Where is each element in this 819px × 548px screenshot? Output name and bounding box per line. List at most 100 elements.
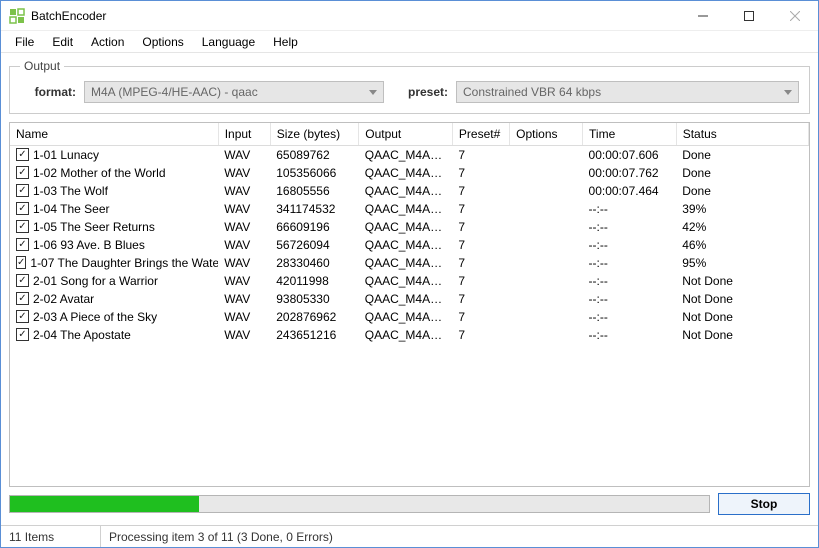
cell-time: --:-- (583, 272, 677, 290)
titlebar: BatchEncoder (1, 1, 818, 31)
maximize-button[interactable] (726, 1, 772, 31)
column-header[interactable]: Options (510, 123, 583, 146)
status-items: 11 Items (1, 526, 101, 547)
cell-status: 46% (676, 236, 808, 254)
cell-options (510, 326, 583, 344)
output-legend: Output (20, 59, 64, 73)
progress-bar-fill (10, 496, 199, 512)
cell-output: QAAC_M4A_HE (359, 290, 453, 308)
column-header[interactable]: Output (359, 123, 453, 146)
column-header[interactable]: Input (218, 123, 270, 146)
cell-input: WAV (218, 218, 270, 236)
row-name: 2-04 The Apostate (33, 328, 131, 342)
column-header[interactable]: Size (bytes) (270, 123, 358, 146)
row-checkbox[interactable] (16, 274, 29, 287)
table-row[interactable]: 2-04 The ApostateWAV243651216QAAC_M4A_HE… (10, 326, 809, 344)
row-checkbox[interactable] (16, 166, 29, 179)
row-checkbox[interactable] (16, 328, 29, 341)
cell-size: 341174532 (270, 200, 358, 218)
cell-preset: 7 (452, 272, 509, 290)
cell-size: 243651216 (270, 326, 358, 344)
cell-size: 42011998 (270, 272, 358, 290)
cell-options (510, 164, 583, 182)
cell-preset: 7 (452, 326, 509, 344)
window-title: BatchEncoder (31, 9, 106, 23)
cell-preset: 7 (452, 164, 509, 182)
cell-input: WAV (218, 290, 270, 308)
cell-input: WAV (218, 308, 270, 326)
table-row[interactable]: 2-01 Song for a WarriorWAV42011998QAAC_M… (10, 272, 809, 290)
table-row[interactable]: 1-02 Mother of the WorldWAV105356066QAAC… (10, 164, 809, 182)
column-header[interactable]: Time (583, 123, 677, 146)
table-row[interactable]: 1-01 LunacyWAV65089762QAAC_M4A_HE700:00:… (10, 146, 809, 164)
cell-status: Not Done (676, 272, 808, 290)
menu-help[interactable]: Help (265, 33, 306, 51)
cell-size: 66609196 (270, 218, 358, 236)
close-button[interactable] (772, 1, 818, 31)
cell-size: 65089762 (270, 146, 358, 164)
menubar: FileEditActionOptionsLanguageHelp (1, 31, 818, 53)
format-label: format: (20, 85, 76, 99)
menu-file[interactable]: File (7, 33, 42, 51)
cell-status: Done (676, 146, 808, 164)
cell-status: Not Done (676, 308, 808, 326)
row-checkbox[interactable] (16, 256, 26, 269)
file-list[interactable]: NameInputSize (bytes)OutputPreset#Option… (9, 122, 810, 487)
format-dropdown[interactable]: M4A (MPEG-4/HE-AAC) - qaac (84, 81, 384, 103)
menu-options[interactable]: Options (134, 33, 191, 51)
row-name: 1-01 Lunacy (33, 148, 99, 162)
table-row[interactable]: 1-05 The Seer ReturnsWAV66609196QAAC_M4A… (10, 218, 809, 236)
row-checkbox[interactable] (16, 292, 29, 305)
output-group: Output format: M4A (MPEG-4/HE-AAC) - qaa… (9, 59, 810, 114)
cell-input: WAV (218, 200, 270, 218)
row-checkbox[interactable] (16, 202, 29, 215)
cell-preset: 7 (452, 200, 509, 218)
cell-time: --:-- (583, 218, 677, 236)
cell-size: 16805556 (270, 182, 358, 200)
row-checkbox[interactable] (16, 220, 29, 233)
table-row[interactable]: 1-06 93 Ave. B BluesWAV56726094QAAC_M4A_… (10, 236, 809, 254)
cell-size: 202876962 (270, 308, 358, 326)
cell-preset: 7 (452, 182, 509, 200)
table-row[interactable]: 1-04 The SeerWAV341174532QAAC_M4A_HE7--:… (10, 200, 809, 218)
menu-language[interactable]: Language (194, 33, 263, 51)
row-name: 1-04 The Seer (33, 202, 110, 216)
cell-size: 28330460 (270, 254, 358, 272)
column-header[interactable]: Name (10, 123, 218, 146)
preset-dropdown[interactable]: Constrained VBR 64 kbps (456, 81, 799, 103)
cell-output: QAAC_M4A_HE (359, 164, 453, 182)
cell-time: --:-- (583, 200, 677, 218)
column-header[interactable]: Status (676, 123, 808, 146)
row-name: 1-02 Mother of the World (33, 166, 166, 180)
row-name: 1-03 The Wolf (33, 184, 108, 198)
cell-input: WAV (218, 254, 270, 272)
cell-input: WAV (218, 164, 270, 182)
cell-options (510, 272, 583, 290)
menu-edit[interactable]: Edit (44, 33, 81, 51)
cell-time: 00:00:07.606 (583, 146, 677, 164)
minimize-button[interactable] (680, 1, 726, 31)
row-name: 2-02 Avatar (33, 292, 94, 306)
table-row[interactable]: 2-02 AvatarWAV93805330QAAC_M4A_HE7--:--N… (10, 290, 809, 308)
table-row[interactable]: 1-03 The WolfWAV16805556QAAC_M4A_HE700:0… (10, 182, 809, 200)
row-checkbox[interactable] (16, 310, 29, 323)
menu-action[interactable]: Action (83, 33, 132, 51)
table-row[interactable]: 2-03 A Piece of the SkyWAV202876962QAAC_… (10, 308, 809, 326)
row-checkbox[interactable] (16, 238, 29, 251)
overall-progress (9, 495, 710, 513)
row-name: 2-03 A Piece of the Sky (33, 310, 157, 324)
cell-status: Done (676, 164, 808, 182)
preset-value: Constrained VBR 64 kbps (463, 85, 601, 99)
stop-button[interactable]: Stop (718, 493, 810, 515)
cell-options (510, 308, 583, 326)
cell-output: QAAC_M4A_HE (359, 218, 453, 236)
cell-options (510, 218, 583, 236)
cell-status: Not Done (676, 326, 808, 344)
row-name: 1-07 The Daughter Brings the Water (30, 256, 218, 270)
cell-status: 39% (676, 200, 808, 218)
cell-input: WAV (218, 236, 270, 254)
column-header[interactable]: Preset# (452, 123, 509, 146)
row-checkbox[interactable] (16, 184, 29, 197)
table-row[interactable]: 1-07 The Daughter Brings the WaterWAV283… (10, 254, 809, 272)
row-checkbox[interactable] (16, 148, 29, 161)
